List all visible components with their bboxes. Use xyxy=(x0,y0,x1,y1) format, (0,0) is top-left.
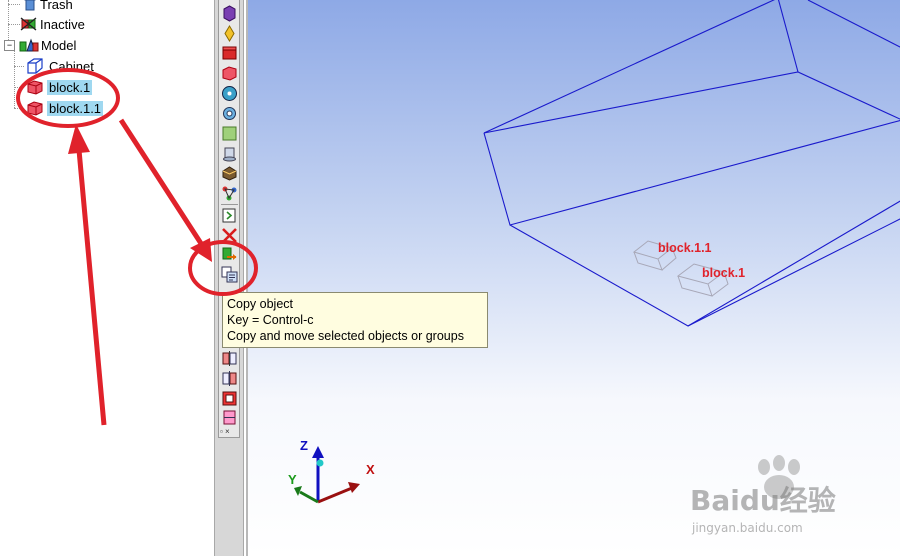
inactive-icon xyxy=(20,17,37,31)
tree-item-label: Inactive xyxy=(40,16,85,32)
tree-item-block-1[interactable]: block.1 xyxy=(26,77,93,97)
network-icon[interactable] xyxy=(221,185,238,202)
tooltip-description: Copy and move selected objects or groups xyxy=(227,329,464,343)
tree-line xyxy=(8,4,20,5)
tree-item-label: Cabinet xyxy=(49,58,94,74)
trash-icon xyxy=(24,0,36,11)
package-icon[interactable] xyxy=(221,165,238,182)
hexagon-icon[interactable] xyxy=(221,5,238,22)
tooltip-title: Copy object xyxy=(227,297,294,311)
tree-item-label: block.1.1 xyxy=(47,100,104,116)
cabinet-wireframe xyxy=(483,0,900,327)
tree-item-label: block.1 xyxy=(47,79,93,95)
block-tool-icon[interactable] xyxy=(221,65,238,82)
tree-item-label: Trash xyxy=(40,0,73,12)
move-object-icon[interactable] xyxy=(221,246,238,263)
align-center-icon[interactable] xyxy=(221,390,238,407)
match-size-icon[interactable] xyxy=(221,409,238,426)
cabinet-icon xyxy=(27,58,43,74)
diamond-icon[interactable] xyxy=(221,25,238,42)
fan-icon[interactable] xyxy=(221,85,238,102)
tree-item-label: Model xyxy=(41,37,77,53)
block-1-1-label: block.1.1 xyxy=(658,241,712,255)
grid-plate-icon[interactable] xyxy=(221,125,238,142)
collapse-icon[interactable]: − xyxy=(4,39,15,51)
tree-line xyxy=(14,50,15,108)
tooltip-shortcut: Key = Control-c xyxy=(227,313,314,327)
align-faces-icon[interactable] xyxy=(221,350,238,367)
cylinder-icon[interactable] xyxy=(221,145,238,162)
gear-icon[interactable] xyxy=(221,105,238,122)
model-icon xyxy=(19,38,39,52)
tree-item-inactive[interactable]: Inactive xyxy=(20,14,87,34)
align-edges-icon[interactable] xyxy=(221,370,238,387)
toolbar-footer: ▫ × xyxy=(220,427,230,436)
tree-item-model[interactable]: − Model xyxy=(4,35,78,55)
axis-y-label: Y xyxy=(288,472,297,487)
delete-icon[interactable] xyxy=(221,227,238,244)
toolbar-separator xyxy=(221,204,238,205)
tree-item-cabinet[interactable]: Cabinet xyxy=(26,56,96,76)
copy-object-icon[interactable] xyxy=(221,266,238,283)
tree-line xyxy=(8,24,20,25)
block-icon xyxy=(27,101,43,116)
tree-line xyxy=(14,66,24,67)
axis-z-label: Z xyxy=(300,438,308,453)
new-object-icon[interactable] xyxy=(221,207,238,224)
model-tree: Trash Inactive − Model Cabinet block.1 b… xyxy=(0,0,214,556)
tree-item-block-1-1[interactable]: block.1.1 xyxy=(26,98,104,118)
axis-x-label: X xyxy=(366,462,375,477)
block-icon xyxy=(27,80,43,95)
tooltip: Copy object Key = Control-c Copy and mov… xyxy=(222,292,488,348)
tree-line xyxy=(14,87,24,88)
graphics-viewport[interactable]: block.1.1 block.1 Z Y X xyxy=(246,0,900,556)
red-box-icon[interactable] xyxy=(221,45,238,62)
toolbar-column: ▫ × xyxy=(218,0,240,438)
block-1-label: block.1 xyxy=(702,266,746,280)
tree-item-trash[interactable]: Trash xyxy=(22,0,75,14)
tree-line xyxy=(14,108,24,109)
